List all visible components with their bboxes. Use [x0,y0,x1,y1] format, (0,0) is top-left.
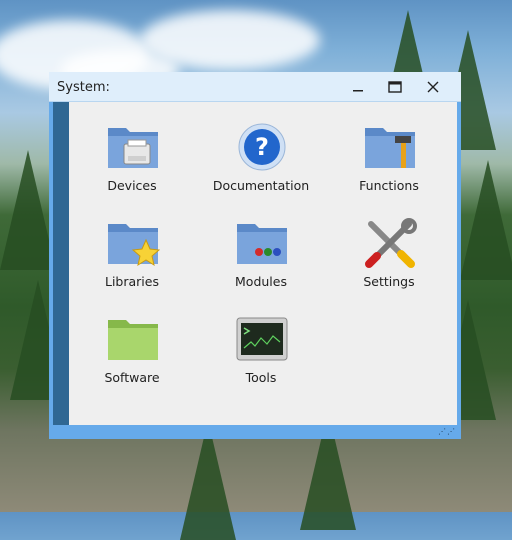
window-title: System: [57,80,110,95]
sidebar-strip [53,102,69,425]
tree [0,150,56,270]
item-label: Software [104,370,160,385]
close-button[interactable] [422,76,444,98]
maximize-button[interactable] [384,76,406,98]
item-documentation[interactable]: ? Documentation [201,122,321,212]
item-software[interactable]: Software [72,314,192,404]
item-devices[interactable]: Devices [72,122,192,212]
help-icon: ? [238,123,286,171]
star-folder-icon [108,224,160,267]
maximize-icon [388,81,402,93]
minimize-icon [353,90,363,92]
item-label: Settings [363,274,415,289]
item-label: Modules [235,274,287,289]
system-window: System: Devices ? Documentation Function… [49,72,461,439]
tools-icon [365,218,417,268]
item-modules[interactable]: Modules [201,218,321,308]
green-folder-icon [108,320,158,360]
item-libraries[interactable]: Libraries [72,218,192,308]
hammer-folder-icon [365,128,415,168]
minimize-button[interactable] [347,76,369,98]
svg-text:?: ? [255,133,269,161]
close-icon [427,81,439,93]
status-bar: ⋰⋰ [49,425,461,439]
printer-folder-icon [108,128,158,168]
item-label: Libraries [105,274,159,289]
resize-grip-icon[interactable]: ⋰⋰ [438,428,456,436]
terminal-icon [236,317,288,361]
item-label: Tools [245,370,277,385]
tree [460,160,512,280]
item-settings[interactable]: Settings [329,218,449,308]
item-label: Documentation [212,178,310,193]
item-label: Functions [359,178,419,193]
item-label: Devices [107,178,157,193]
title-bar[interactable]: System: [49,72,461,102]
item-functions[interactable]: Functions [329,122,449,212]
modules-folder-icon [237,224,287,264]
folder-content: Devices ? Documentation Functions Librar… [69,102,457,425]
item-tools[interactable]: Tools [201,314,321,404]
